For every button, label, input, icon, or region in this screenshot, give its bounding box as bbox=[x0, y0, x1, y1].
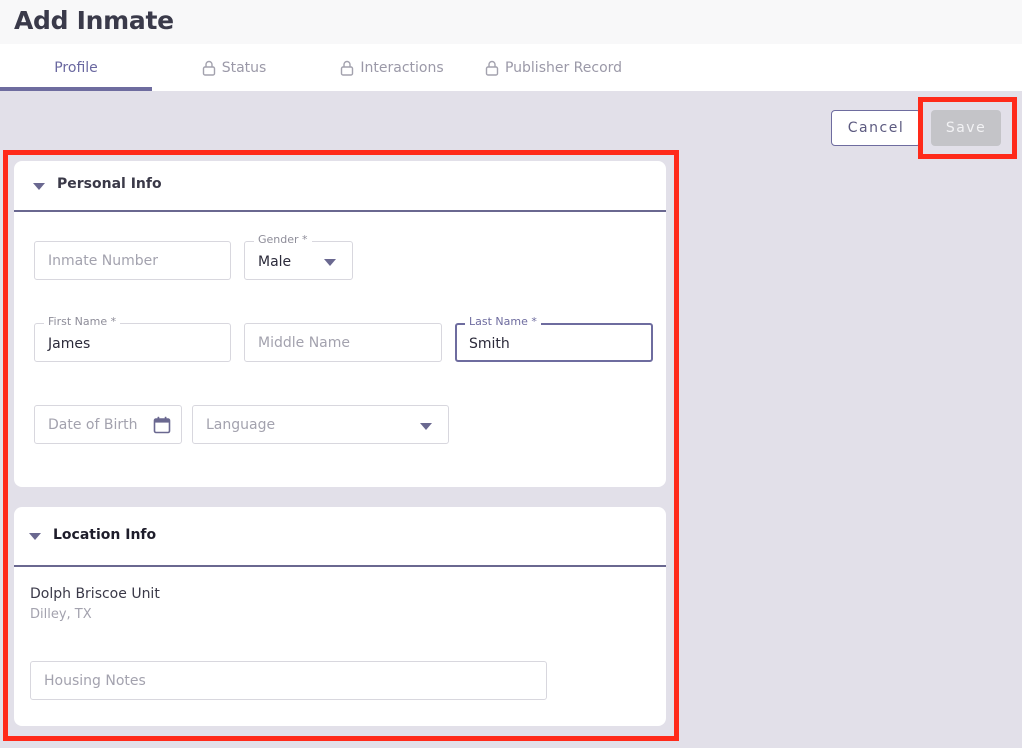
save-highlight-box bbox=[918, 97, 1017, 159]
cancel-button[interactable]: Cancel bbox=[831, 110, 921, 146]
page-title: Add Inmate bbox=[14, 6, 174, 35]
lock-icon bbox=[341, 60, 354, 76]
add-inmate-page: Add Inmate Profile Status Interactions P… bbox=[0, 0, 1022, 748]
tab-status[interactable]: Status bbox=[198, 44, 270, 91]
tab-bar: Profile Status Interactions Publisher Re… bbox=[0, 44, 1022, 91]
page-header: Add Inmate bbox=[0, 0, 1022, 44]
lock-icon bbox=[485, 60, 499, 76]
form-highlight-box bbox=[3, 150, 679, 741]
tab-interactions[interactable]: Interactions bbox=[336, 44, 448, 91]
tab-profile[interactable]: Profile bbox=[0, 44, 152, 91]
tab-label: Status bbox=[221, 59, 267, 76]
active-tab-indicator bbox=[0, 87, 152, 91]
lock-icon bbox=[202, 60, 215, 76]
tab-label: Interactions bbox=[360, 59, 444, 76]
tab-label: Profile bbox=[54, 59, 98, 76]
tab-publisher-record[interactable]: Publisher Record bbox=[481, 44, 626, 91]
tab-label: Publisher Record bbox=[504, 59, 623, 76]
